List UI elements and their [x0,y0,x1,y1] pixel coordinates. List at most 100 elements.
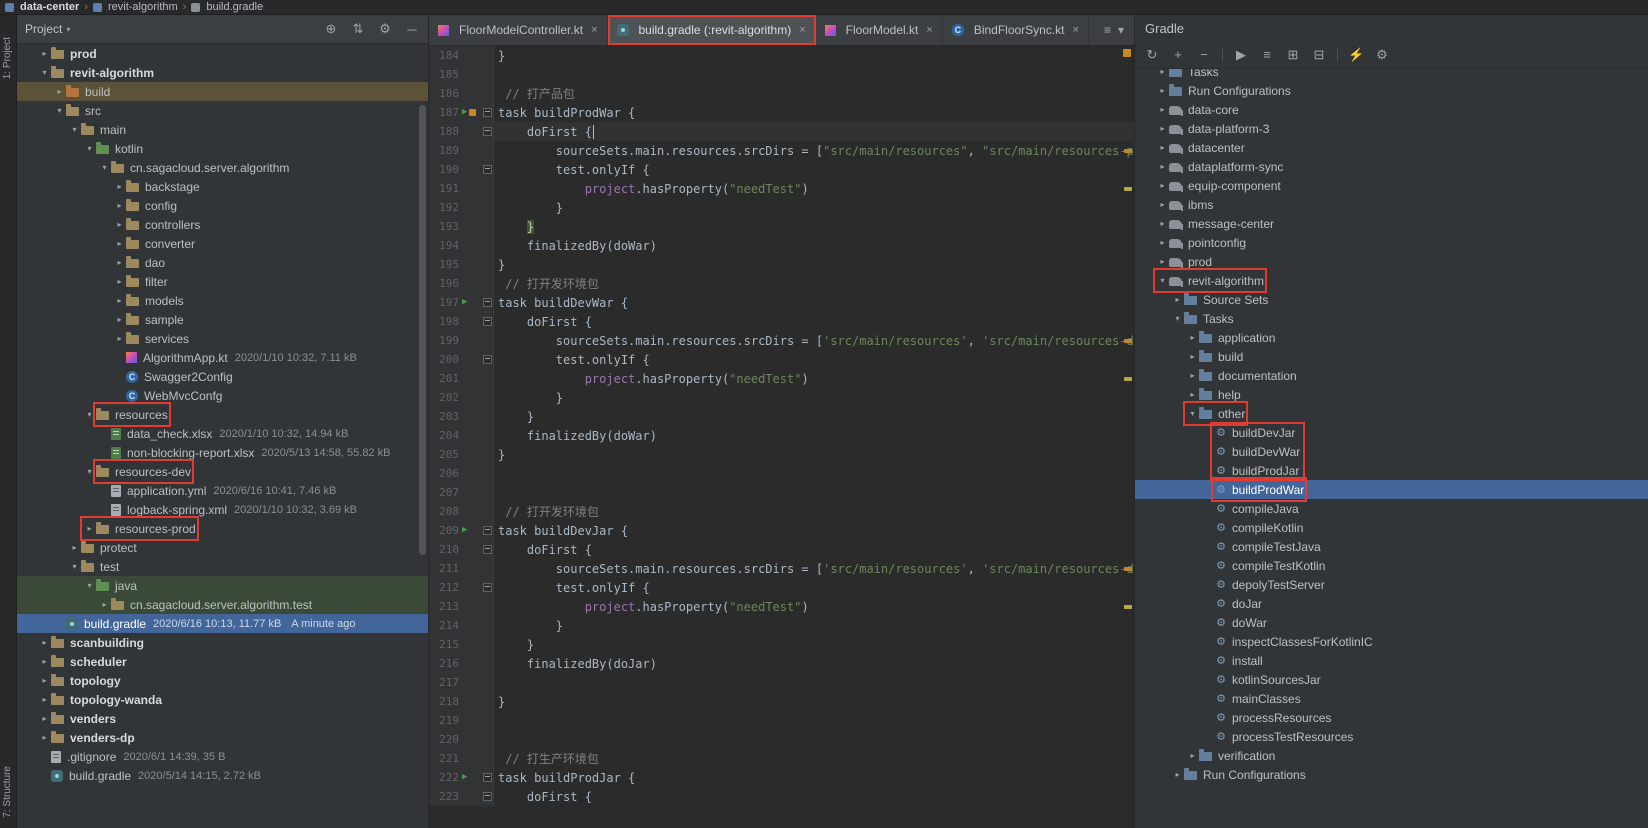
project-tree-item-scheduler[interactable]: ▸scheduler [17,652,428,671]
run-task-icon[interactable]: ▶ [462,298,467,307]
project-tree-item-cn-sagacloud-server-algorithm[interactable]: ▾cn.sagacloud.server.algorithm [17,158,428,177]
project-tree-item-dao[interactable]: ▸dao [17,253,428,272]
chevron-collapsed-icon[interactable]: ▸ [1186,751,1199,760]
run-task-icon[interactable]: ▶ [462,773,467,782]
code-line-219[interactable]: 219 [429,711,1134,730]
gradle-tree-item-buildprodwar[interactable]: ⚙buildProdWar [1135,480,1648,499]
project-tree-item-application-yml[interactable]: application.yml2020/6/16 10:41, 7.46 kB [17,481,428,500]
code-line-189[interactable]: 189 sourceSets.main.resources.srcDirs = … [429,141,1134,160]
fold-marker-icon[interactable] [483,792,492,801]
project-tree-item-java[interactable]: ▾java [17,576,428,595]
code-line-195[interactable]: 195} [429,255,1134,274]
code-line-214[interactable]: 214 } [429,616,1134,635]
code-line-187[interactable]: 187▶task buildProdWar { [429,103,1134,122]
project-tree-item-controllers[interactable]: ▸controllers [17,215,428,234]
chevron-collapsed-icon[interactable]: ▸ [98,600,111,609]
project-tree-item-services[interactable]: ▸services [17,329,428,348]
code-line-223[interactable]: 223 doFirst { [429,787,1134,806]
chevron-collapsed-icon[interactable]: ▸ [1186,352,1199,361]
gradle-tree-item-install[interactable]: ⚙install [1135,651,1648,670]
project-tree-item-venders-dp[interactable]: ▸venders-dp [17,728,428,747]
code-line-222[interactable]: 222▶task buildProdJar { [429,768,1134,787]
gradle-tree-item-compilejava[interactable]: ⚙compileJava [1135,499,1648,518]
gradle-tree-item-data-platform-3[interactable]: ▸data-platform-3 [1135,119,1648,138]
chevron-collapsed-icon[interactable]: ▸ [1156,162,1169,171]
chevron-expanded-icon[interactable]: ▾ [1156,276,1169,285]
close-icon[interactable]: × [591,24,597,36]
chevron-expanded-icon[interactable]: ▾ [83,581,96,590]
project-tree-item-revit-algorithm[interactable]: ▾revit-algorithm [17,63,428,82]
code-line-197[interactable]: 197▶task buildDevWar { [429,293,1134,312]
chevron-collapsed-icon[interactable]: ▸ [1156,124,1169,133]
chevron-expanded-icon[interactable]: ▾ [83,467,96,476]
project-tree-item-resources[interactable]: ▾resources [17,405,428,424]
chevron-collapsed-icon[interactable]: ▸ [83,524,96,533]
code-line-191[interactable]: 191 project.hasProperty("needTest") [429,179,1134,198]
project-tree-item-data-check-xlsx[interactable]: data_check.xlsx2020/1/10 10:32, 14.94 kB [17,424,428,443]
code-line-215[interactable]: 215 } [429,635,1134,654]
code-line-209[interactable]: 209▶task buildDevJar { [429,521,1134,540]
code-line-205[interactable]: 205} [429,445,1134,464]
project-tree-item-build-gradle[interactable]: build.gradle2020/6/16 10:13, 11.77 kBA m… [17,614,428,633]
gradle-tree-item-buildprodjar[interactable]: ⚙buildProdJar [1135,461,1648,480]
fold-marker-icon[interactable] [483,583,492,592]
fold-marker-icon[interactable] [483,108,492,117]
gradle-tree-item-revit-algorithm[interactable]: ▾revit-algorithm [1135,271,1648,290]
chevron-expanded-icon[interactable]: ▾ [83,410,96,419]
fold-marker-icon[interactable] [483,317,492,326]
project-tree-item-build-gradle[interactable]: build.gradle2020/5/14 14:15, 2.72 kB [17,766,428,785]
code-line-210[interactable]: 210 doFirst { [429,540,1134,559]
gradle-tree-item-datacenter[interactable]: ▸datacenter [1135,138,1648,157]
project-tree-item-converter[interactable]: ▸converter [17,234,428,253]
run-task-icon[interactable]: ▶ [462,108,467,117]
project-tree-item-swagger2config[interactable]: Swagger2Config [17,367,428,386]
code-line-208[interactable]: 208 // 打开发环境包 [429,502,1134,521]
gradle-tree-item-run-configurations[interactable]: ▸Run Configurations [1135,81,1648,100]
code-line-202[interactable]: 202 } [429,388,1134,407]
gradle-tree-item-help[interactable]: ▸help [1135,385,1648,404]
execute-icon[interactable]: ▶ [1233,47,1249,63]
project-tree-item-scanbuilding[interactable]: ▸scanbuilding [17,633,428,652]
code-line-203[interactable]: 203 } [429,407,1134,426]
chevron-expanded-icon[interactable]: ▾ [53,106,66,115]
code-line-211[interactable]: 211 sourceSets.main.resources.srcDirs = … [429,559,1134,578]
chevron-collapsed-icon[interactable]: ▸ [1156,257,1169,266]
chevron-collapsed-icon[interactable]: ▸ [1186,390,1199,399]
chevron-collapsed-icon[interactable]: ▸ [38,676,51,685]
chevron-collapsed-icon[interactable]: ▸ [38,714,51,723]
remove-icon[interactable]: − [1196,47,1212,62]
project-tree-item-resources-prod[interactable]: ▸resources-prod [17,519,428,538]
fold-marker-icon[interactable] [483,526,492,535]
hide-panel-icon[interactable]: ─ [404,22,420,37]
code-line-190[interactable]: 190 test.onlyIf { [429,160,1134,179]
tool-stripe-structure[interactable]: 7: Structure [2,766,13,818]
chevron-expanded-icon[interactable]: ▾ [68,125,81,134]
code-editor[interactable]: 184}185186 // 打产品包187▶task buildProdWar … [429,46,1134,828]
gradle-tree-item-dojar[interactable]: ⚙doJar [1135,594,1648,613]
code-line-201[interactable]: 201 project.hasProperty("needTest") [429,369,1134,388]
breadcrumb-item-data-center[interactable]: data-center [5,1,79,13]
tool-stripe-project[interactable]: 1: Project [2,37,13,79]
chevron-collapsed-icon[interactable]: ▸ [1156,219,1169,228]
code-line-206[interactable]: 206 [429,464,1134,483]
code-line-196[interactable]: 196 // 打开发环境包 [429,274,1134,293]
gradle-tree-item-other[interactable]: ▾other [1135,404,1648,423]
gradle-tree-item-mainclasses[interactable]: ⚙mainClasses [1135,689,1648,708]
gradle-tree-item-message-center[interactable]: ▸message-center [1135,214,1648,233]
collapse-all-icon[interactable]: ⊟ [1311,47,1327,63]
chevron-collapsed-icon[interactable]: ▸ [113,239,126,248]
chevron-collapsed-icon[interactable]: ▸ [1156,86,1169,95]
gradle-tree-item-compiletestkotlin[interactable]: ⚙compileTestKotlin [1135,556,1648,575]
chevron-collapsed-icon[interactable]: ▸ [1156,143,1169,152]
gradle-tree-item-tasks[interactable]: ▾Tasks [1135,309,1648,328]
code-line-207[interactable]: 207 [429,483,1134,502]
fold-marker-icon[interactable] [483,127,492,136]
project-tree-item-non-blocking-report-xlsx[interactable]: non-blocking-report.xlsx2020/5/13 14:58,… [17,443,428,462]
expand-all-icon[interactable]: ⊞ [1285,47,1301,63]
project-tree-item-webmvcconfg[interactable]: WebMvcConfg [17,386,428,405]
project-scrollbar-thumb[interactable] [419,105,426,555]
add-icon[interactable]: + [1170,47,1186,62]
gradle-tree-item-run-configurations[interactable]: ▸Run Configurations [1135,765,1648,784]
editor-tab-floormodel-kt[interactable]: FloorModel.kt× [816,15,943,45]
settings-icon[interactable]: ⚙ [377,21,393,37]
